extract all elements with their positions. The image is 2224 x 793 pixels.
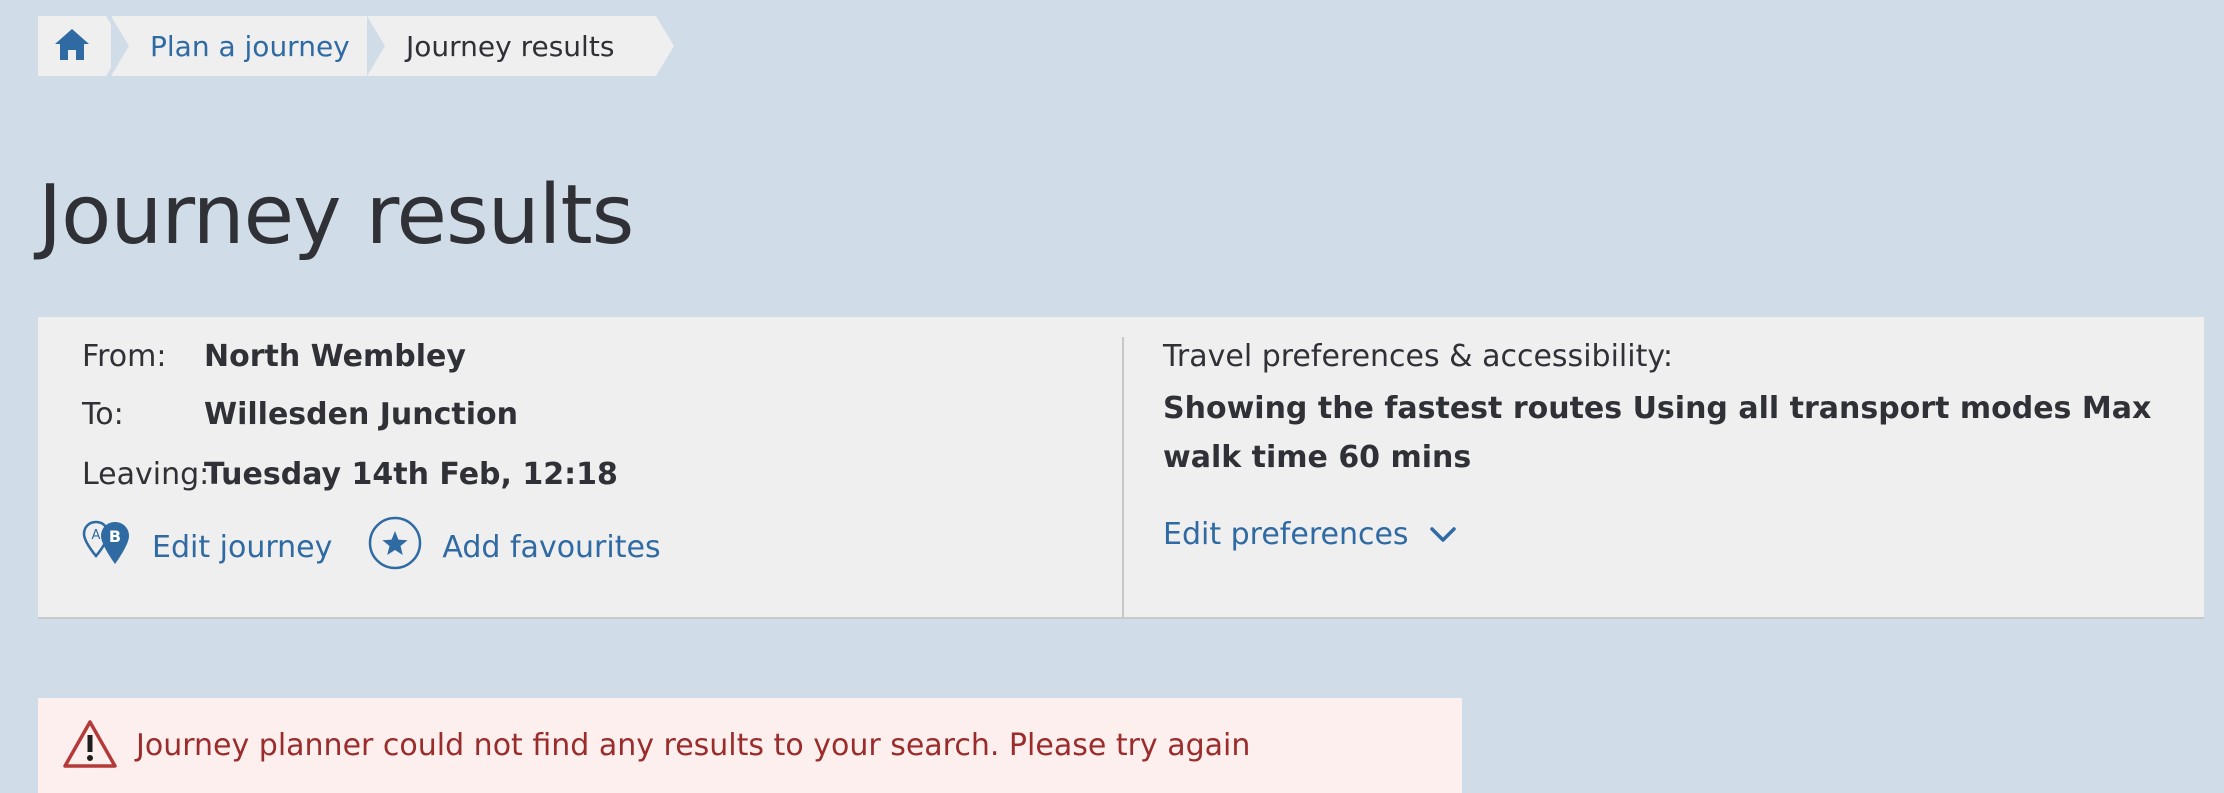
chevron-down-icon (1429, 517, 1457, 552)
edit-preferences-button[interactable]: Edit preferences (1163, 517, 1457, 552)
leaving-row: Leaving:Tuesday 14th Feb, 12:18 (82, 457, 618, 492)
add-favourites-link[interactable]: Add favourites (368, 516, 661, 578)
panel-divider (1122, 337, 1124, 617)
breadcrumb-plan-a-journey[interactable]: Plan a journey (111, 16, 410, 76)
travel-preferences: Travel preferences & accessibility: Show… (1163, 339, 2163, 482)
preferences-title: Travel preferences & accessibility: (1163, 339, 1674, 374)
from-row: From: North Wembley (82, 339, 466, 374)
from-label: From: (82, 339, 167, 374)
page-title: Journey results (38, 168, 634, 263)
breadcrumb-link[interactable]: Plan a journey (150, 30, 350, 63)
edit-journey-label: Edit journey (152, 529, 333, 565)
preferences-summary: Showing the fastest routes Using all tra… (1163, 391, 2152, 475)
to-value: Willesden Junction (204, 397, 519, 432)
error-message-text: Journey planner could not find any resul… (136, 728, 1251, 763)
breadcrumb-current-label: Journey results (406, 29, 615, 63)
error-message-box: Journey planner could not find any resul… (38, 698, 1462, 793)
journey-actions: A B Edit journey Add favourites (82, 516, 661, 578)
journey-summary-panel: From: North Wembley To: Willesden Junction… (38, 317, 2204, 619)
edit-journey-link[interactable]: A B Edit journey (82, 520, 332, 574)
from-value: North Wembley (204, 339, 466, 374)
breadcrumb-home[interactable] (38, 16, 124, 76)
to-label: To: (82, 397, 124, 432)
edit-journey-icon: A B (82, 520, 132, 574)
leaving-label: Leaving: (82, 457, 210, 492)
breadcrumb-current: Journey results (367, 16, 674, 76)
svg-text:A: A (92, 528, 101, 543)
star-icon (368, 516, 422, 578)
add-favourites-label: Add favourites (442, 529, 661, 565)
svg-text:B: B (109, 527, 121, 546)
to-row: To: Willesden Junction (82, 397, 518, 432)
warning-icon (62, 719, 118, 773)
leaving-value: Tuesday 14th Feb, 12:18 (204, 457, 618, 492)
home-icon (53, 27, 91, 65)
edit-preferences-label: Edit preferences (1163, 517, 1409, 552)
